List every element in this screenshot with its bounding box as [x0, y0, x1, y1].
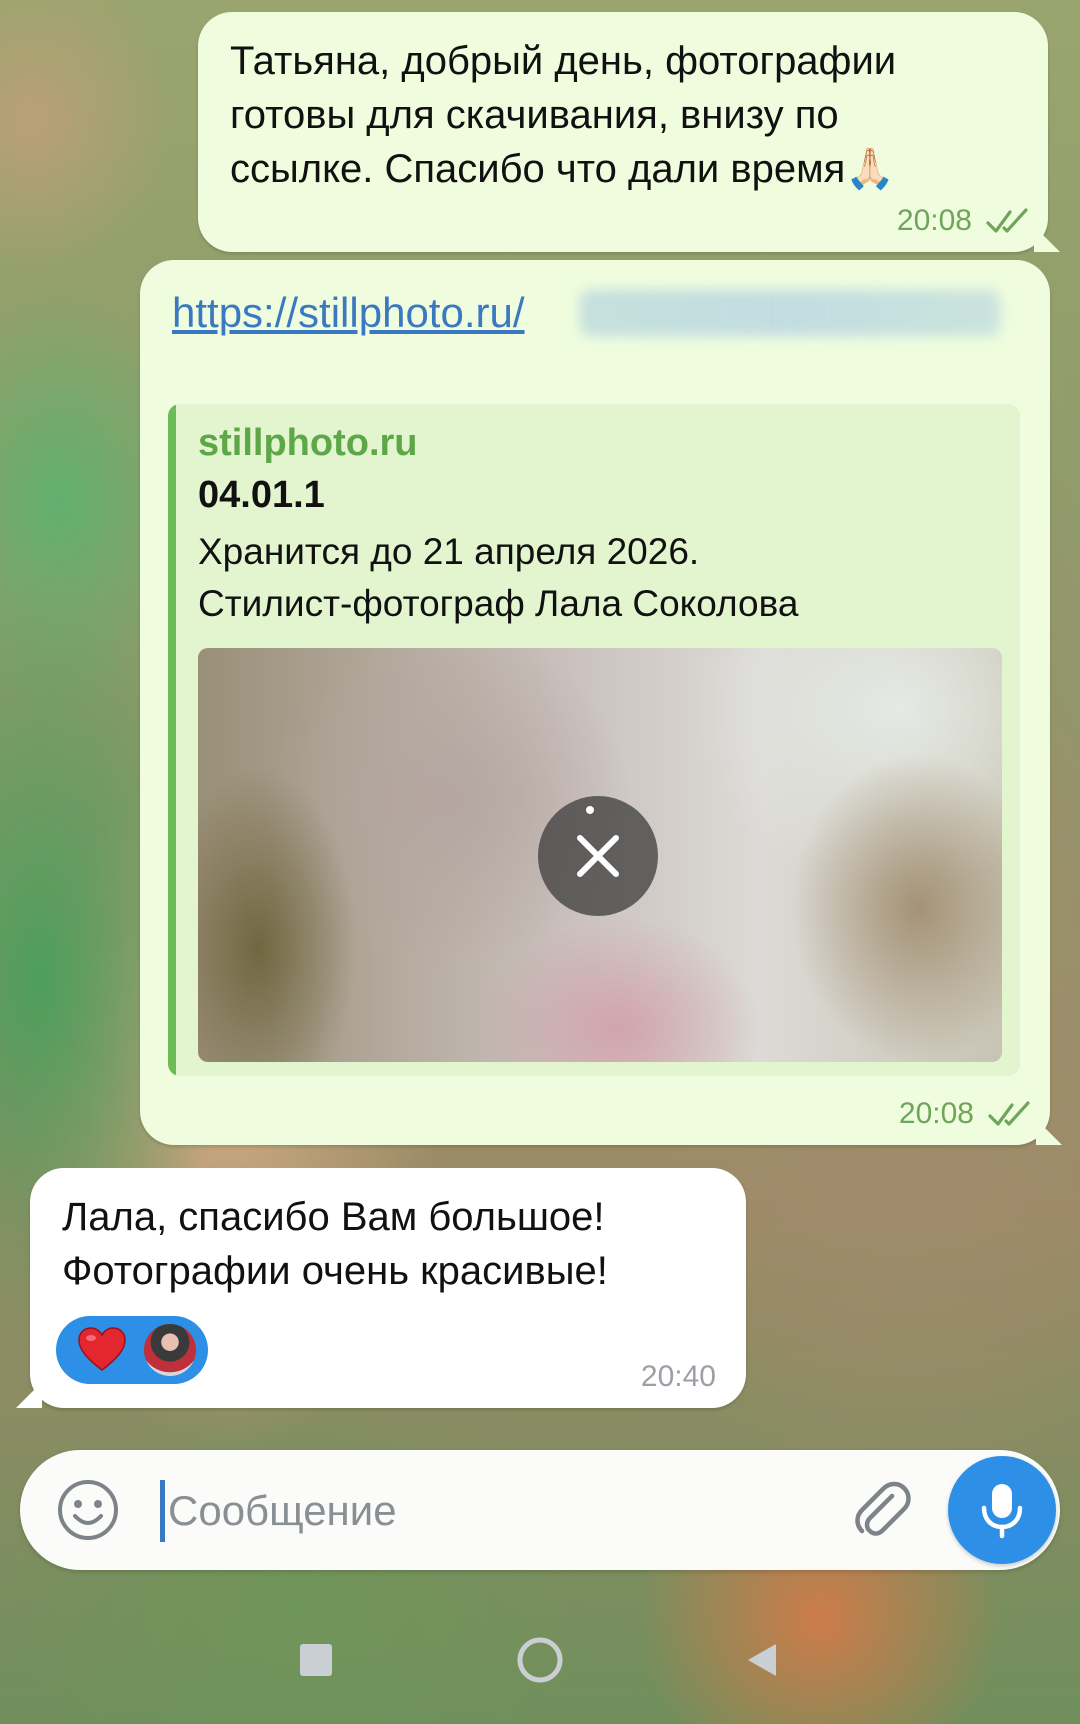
double-check-icon — [986, 208, 1028, 233]
paperclip-icon[interactable] — [848, 1476, 916, 1544]
message-outgoing-1[interactable]: Татьяна, добрый день, фотографии готовы … — [198, 12, 1060, 252]
message-input[interactable] — [166, 1474, 820, 1548]
preview-description-line: Стилист-фотограф Лала Соколова — [198, 583, 799, 624]
avatar — [144, 1324, 196, 1376]
preview-description-line: Хранится до 21 апреля 2026. — [198, 531, 700, 572]
double-check-icon — [988, 1101, 1030, 1126]
message-line: Лала, спасибо Вам большое! — [62, 1195, 605, 1239]
message-line: Фотографии очень красивые! — [62, 1249, 608, 1293]
message-incoming-1[interactable]: Лала, спасибо Вам большое! Фотографии оч… — [16, 1168, 746, 1408]
blurred-link-part — [580, 290, 1000, 336]
message-link[interactable]: https://stillphoto.ru/ — [172, 286, 525, 340]
preview-description: Хранится до 21 апреля 2026. Стилист-фото… — [198, 526, 798, 630]
message-outgoing-2[interactable]: https://stillphoto.ru/ stillphoto.ru 04.… — [140, 260, 1062, 1145]
message-line: ссылке. Спасибо что дали время🙏🏻 — [230, 147, 896, 191]
heart-icon — [78, 1327, 126, 1371]
preview-accent-bar — [168, 404, 176, 1076]
cancel-download-button[interactable] — [538, 796, 658, 916]
preview-title: 04.01.1 — [198, 474, 325, 516]
record-voice-button[interactable] — [948, 1456, 1056, 1564]
reaction-chip[interactable] — [56, 1316, 208, 1384]
progress-ring-icon — [586, 806, 594, 814]
preview-site-name: stillphoto.ru — [198, 422, 418, 464]
system-navigation-bar — [0, 1600, 1080, 1724]
message-time: 20:40 — [640, 1360, 716, 1393]
message-time: 20:08 — [898, 1097, 974, 1130]
back-icon[interactable] — [742, 1640, 782, 1680]
message-text: Лала, спасибо Вам большое! Фотографии оч… — [62, 1190, 742, 1298]
emoji-icon[interactable] — [56, 1478, 120, 1542]
message-time: 20:08 — [896, 204, 972, 237]
message-composer — [20, 1450, 1060, 1570]
message-line: Татьяна, добрый день, фотографии — [230, 39, 897, 83]
home-icon[interactable] — [516, 1636, 564, 1684]
recent-apps-icon[interactable] — [300, 1644, 332, 1676]
message-text: Татьяна, добрый день, фотографии готовы … — [230, 34, 1010, 196]
microphone-icon — [981, 1484, 1023, 1539]
message-line: готовы для скачивания, внизу по — [230, 93, 839, 137]
preview-image[interactable] — [198, 648, 1002, 1062]
text-cursor — [160, 1480, 165, 1542]
link-preview[interactable]: stillphoto.ru 04.01.1 Хранится до 21 апр… — [168, 404, 1020, 1076]
